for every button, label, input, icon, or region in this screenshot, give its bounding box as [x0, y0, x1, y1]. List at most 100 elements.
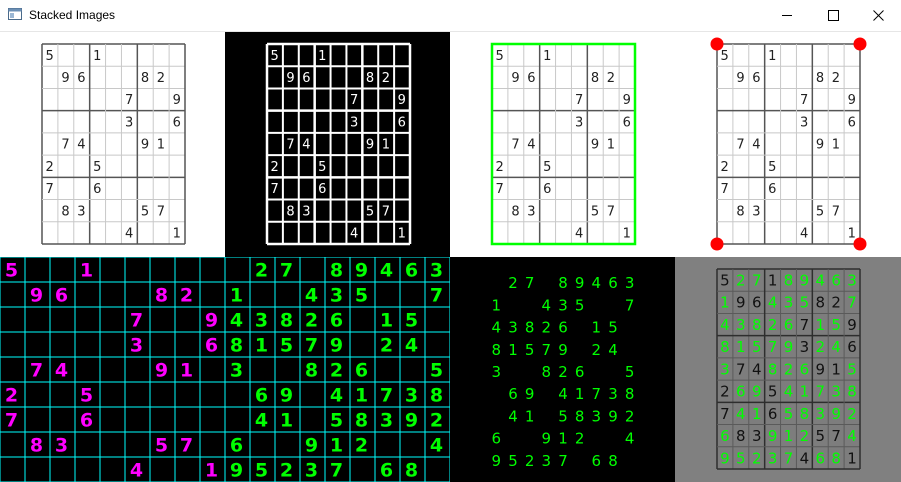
corner-point — [710, 37, 724, 51]
given-digit: 5 — [5, 260, 18, 282]
solved-digit: 9 — [492, 452, 502, 470]
sudoku-digit: 6 — [398, 115, 406, 130]
given-digit: 1 — [180, 360, 193, 382]
solved-digit: 9 — [330, 335, 343, 357]
solved-digit: 9 — [525, 385, 535, 403]
solved-digit: 4 — [492, 319, 502, 337]
sudoku-digit: 1 — [157, 138, 165, 153]
sudoku-digit: 6 — [543, 182, 551, 197]
solved-digit: 2 — [752, 449, 762, 467]
solved-digit: 8 — [280, 310, 293, 332]
solved-digit: 2 — [575, 430, 585, 448]
image-canvas: 5 19 6 8 27 93 67 4 9 12 57 68 3 5 74 1 — [490, 42, 637, 246]
solved-digit: 1 — [592, 319, 602, 337]
sudoku-digit: 5 — [768, 160, 776, 175]
solved-digit: 5 — [784, 405, 794, 423]
sudoku-digit: 2 — [720, 160, 728, 175]
solved-digit: 6 — [508, 385, 518, 403]
title-bar[interactable]: Stacked Images — [0, 0, 901, 32]
solved-digit: 2 — [542, 319, 552, 337]
sudoku-digit: 7 — [382, 204, 390, 219]
app-window: Stacked Images 519682793674912576835741 … — [0, 0, 901, 482]
solved-digit: 1 — [800, 383, 810, 401]
solved-digit: 4 — [558, 385, 568, 403]
solved-digit: 2 — [255, 260, 268, 282]
sudoku-digit: 1 — [382, 138, 390, 153]
solved-digit: 5 — [831, 316, 841, 334]
given-digit: 6 — [752, 294, 762, 312]
sudoku-digit: 4 — [527, 138, 535, 153]
sudoku-digit: 9 — [848, 93, 856, 108]
solved-digit: 8 — [230, 335, 243, 357]
image-canvas: 5271894631964358274382671598157932463748… — [0, 257, 450, 482]
solved-digit: 1 — [752, 405, 762, 423]
sudoku-digit: 6 — [93, 182, 101, 197]
solved-digit: 1 — [575, 385, 585, 403]
solved-digit: 8 — [768, 360, 778, 378]
threshold-image-panel: 519682793674912576835741 — [225, 32, 450, 257]
solved-digit: 8 — [355, 410, 368, 432]
solved-digit: 3 — [736, 316, 746, 334]
solved-digit: 5 — [558, 407, 568, 425]
solved-digit: 8 — [575, 407, 585, 425]
solved-digit: 6 — [558, 319, 568, 337]
stacked-image-grid: 519682793674912576835741 519682793674912… — [0, 32, 901, 482]
solved-digit: 6 — [575, 363, 585, 381]
given-digit: 7 — [736, 360, 746, 378]
solved-digit: 2 — [816, 338, 826, 356]
solved-digit: 6 — [492, 430, 502, 448]
sudoku-digit: 2 — [270, 160, 278, 175]
minimize-button[interactable] — [764, 0, 810, 31]
sudoku-digit: 1 — [173, 227, 181, 242]
sudoku-digit: 7 — [736, 138, 744, 153]
solved-digit: 8 — [430, 385, 443, 407]
solved-digit: 6 — [592, 452, 602, 470]
solved-digit: 3 — [784, 294, 794, 312]
given-digit: 8 — [816, 294, 826, 312]
solved-digit: 7 — [752, 272, 762, 290]
sudoku-digit: 9 — [286, 71, 294, 86]
sudoku-digit: 6 — [848, 115, 856, 130]
solved-digit: 4 — [847, 427, 857, 445]
given-digit: 4 — [752, 360, 762, 378]
close-button[interactable] — [855, 0, 901, 31]
window-app-icon — [8, 8, 22, 20]
sudoku-digit: 8 — [591, 71, 599, 86]
sudoku-digit: 2 — [495, 160, 503, 175]
maximize-button[interactable] — [810, 0, 856, 31]
given-digit: 6 — [205, 335, 218, 357]
solved-digit: 1 — [330, 435, 343, 457]
solved-digit: 2 — [625, 407, 635, 425]
sudoku-digit: 2 — [382, 71, 390, 86]
solved-digit: 8 — [784, 272, 794, 290]
given-digit: 7 — [720, 405, 730, 423]
given-digit: 5 — [768, 383, 778, 401]
given-digit: 7 — [130, 310, 143, 332]
given-digit: 6 — [55, 285, 68, 307]
image-canvas: 5 19 6 8 27 93 67 4 9 12 57 68 3 5 74 1 — [41, 43, 186, 245]
solved-digit: 4 — [508, 407, 518, 425]
solved-digit: 8 — [305, 360, 318, 382]
solved-digit: 5 — [608, 319, 618, 337]
sudoku-digit: 6 — [768, 182, 776, 197]
given-digit: 9 — [847, 316, 857, 334]
sudoku-digit: 4 — [302, 138, 310, 153]
solved-digit: 9 — [608, 407, 618, 425]
sudoku-digit: 4 — [77, 138, 85, 153]
solved-digit: 7 — [768, 338, 778, 356]
given-digit: 4 — [130, 460, 143, 482]
given-digit: 7 — [180, 435, 193, 457]
solved-digit: 4 — [255, 410, 268, 432]
solved-digit: 5 — [575, 296, 585, 314]
solved-digit: 6 — [380, 460, 393, 482]
sudoku-digit: 4 — [752, 138, 760, 153]
given-digit: 1 — [768, 272, 778, 290]
given-digit: 1 — [205, 460, 218, 482]
solved-digit: 8 — [492, 341, 502, 359]
solved-digit: 8 — [542, 363, 552, 381]
sudoku-digit: 4 — [350, 227, 358, 242]
given-digit: 6 — [80, 410, 93, 432]
sudoku-digit: 3 — [752, 204, 760, 219]
window-title: Stacked Images — [29, 8, 116, 22]
solved-digit: 6 — [736, 383, 746, 401]
